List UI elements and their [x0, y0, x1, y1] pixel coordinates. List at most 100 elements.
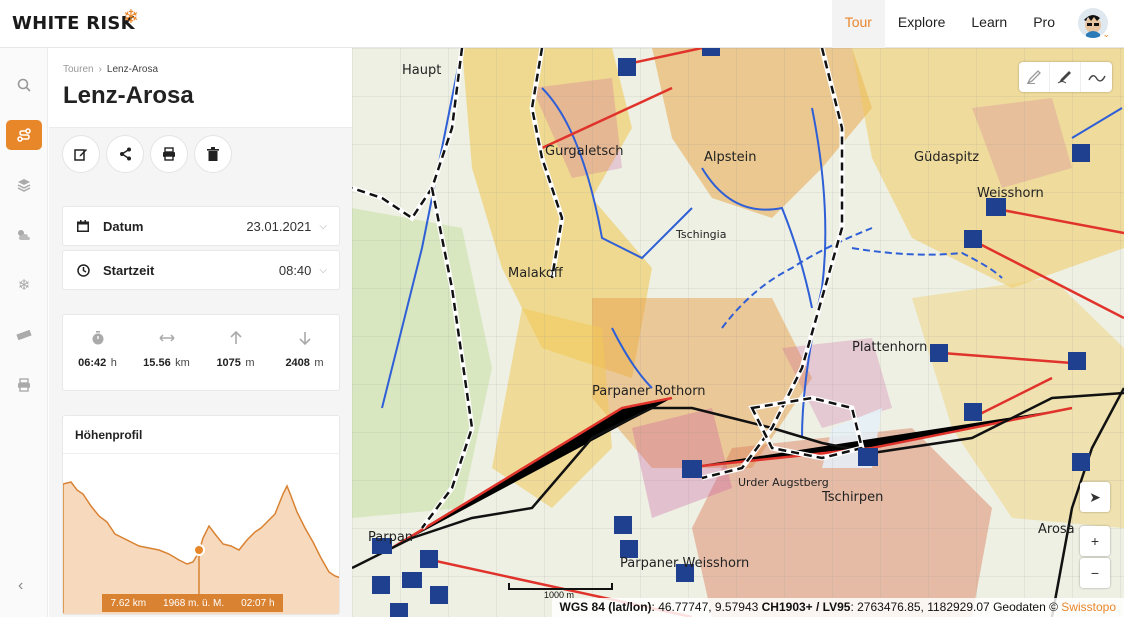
swisstopo-link[interactable]: Swisstopo — [1061, 600, 1116, 614]
descent-unit: m — [314, 357, 324, 369]
calendar-icon — [75, 218, 91, 234]
rail-tour-button[interactable] — [6, 120, 42, 150]
map-label: Tschirpen — [822, 490, 884, 505]
delete-button[interactable] — [194, 135, 232, 173]
chevron-down-icon: ⌵ — [319, 264, 327, 276]
profile-distance: 7.62 km — [110, 597, 147, 609]
chevron-down-icon: ⌄ — [1102, 29, 1110, 39]
tour-icon — [17, 128, 31, 142]
descent-value: 2408 — [285, 357, 310, 369]
map-label: Alpstein — [704, 150, 757, 165]
map-label: Parpaner Weisshorn — [620, 556, 750, 571]
breadcrumb-parent[interactable]: Touren — [63, 64, 94, 75]
tour-panel: Touren › Lenz-Arosa Lenz-Arosa Datum 23.01… — [49, 48, 352, 617]
profile-title: Höhenprofil — [63, 416, 339, 454]
arrows-horizontal-icon — [158, 334, 175, 342]
nav-tour[interactable]: Tour — [831, 0, 885, 48]
map-label: Plattenhorn — [852, 340, 928, 355]
ch-label: CH1903+ / LV95 — [761, 600, 851, 614]
map-canvas[interactable] — [352, 48, 1124, 617]
top-bar: WHITE RISK ❄ Tour Explore Learn Pro ⌄ — [0, 0, 1124, 48]
snowflake-logo-icon: ❄ — [123, 7, 139, 28]
panel-header: Touren › Lenz-Arosa Lenz-Arosa — [49, 48, 352, 128]
clock-icon — [75, 262, 91, 278]
edit-button[interactable] — [62, 135, 100, 173]
wgs-label: WGS 84 (lat/lon) — [559, 600, 652, 614]
snowflake-icon: ❄ — [17, 277, 31, 294]
elevation-profile-graph[interactable] — [63, 454, 340, 615]
arrow-down-icon — [298, 332, 311, 345]
collapse-chevron-icon[interactable]: ‹ — [18, 577, 23, 595]
stat-duration: 06:42 h — [68, 331, 128, 371]
date-value: 23.01.2021 — [246, 218, 312, 234]
map-label: Gurgaletsch — [545, 144, 624, 159]
breadcrumb-current: Lenz-Arosa — [106, 64, 159, 75]
start-time-label: Startzeit — [103, 262, 155, 278]
measure-slope-button[interactable] — [1081, 62, 1112, 92]
map-scale-bar — [508, 583, 613, 590]
stat-descent: 2408 m — [275, 331, 335, 371]
pencil-icon — [1026, 70, 1041, 84]
nav-pro[interactable]: Pro — [1020, 0, 1068, 48]
map-label: Weisshorn — [977, 186, 1044, 201]
rail-layers-button[interactable] — [6, 170, 42, 200]
nav-learn[interactable]: Learn — [958, 0, 1020, 48]
chevron-down-icon: ⌵ — [319, 220, 327, 232]
locate-button[interactable]: ➤ — [1080, 482, 1110, 512]
print-button[interactable] — [150, 135, 188, 173]
ascent-unit: m — [245, 357, 255, 369]
profile-tooltip: 7.62 km 1968 m. ü. M. 02:07 h — [102, 594, 283, 612]
map-label: Haupt — [402, 63, 442, 78]
zoom-in-button[interactable]: + — [1080, 526, 1110, 556]
start-time-value: 08:40 — [278, 262, 312, 278]
stat-ascent: 1075 m — [206, 331, 266, 371]
zoom-out-button[interactable]: − — [1080, 558, 1110, 588]
map-label: Malakoff — [508, 266, 563, 281]
page-title: Lenz-Arosa — [63, 82, 194, 109]
map-draw-toolbar — [1019, 62, 1112, 92]
pen-icon — [1057, 71, 1071, 84]
rail-weather-button[interactable] — [6, 220, 42, 250]
profile-time: 02:07 h — [241, 597, 275, 609]
geodata-label: Geodaten © — [993, 600, 1058, 614]
print-icon — [18, 378, 30, 392]
layers-icon — [17, 179, 31, 192]
map-label: Urder Augstberg — [738, 476, 829, 489]
weather-icon — [18, 230, 30, 240]
breadcrumb: Touren › Lenz-Arosa — [63, 64, 159, 75]
brand-logo[interactable]: WHITE RISK — [12, 13, 135, 34]
rail-print-button[interactable] — [6, 370, 42, 400]
start-time-field[interactable]: Startzeit 08:40 ⌵ — [62, 250, 340, 290]
ascent-value: 1075 — [216, 357, 241, 369]
topo-map[interactable]: Haupt Gurgaletsch Alpstein Güdaspitz Wei… — [352, 48, 1124, 617]
rail-search-button[interactable] — [6, 70, 42, 100]
nav-explore[interactable]: Explore — [885, 0, 958, 48]
draw-route-button[interactable] — [1019, 62, 1050, 92]
duration-value: 06:42 — [78, 357, 107, 369]
rail-measure-button[interactable] — [6, 320, 42, 350]
distance-unit: km — [175, 357, 190, 369]
stat-distance: 15.56 km — [137, 331, 197, 371]
search-icon — [17, 78, 31, 92]
share-button[interactable] — [106, 135, 144, 173]
map-label: Parpaner Rothorn — [592, 384, 706, 399]
map-label: Tschingia — [676, 228, 727, 241]
trash-icon — [207, 147, 219, 161]
draw-freehand-button[interactable] — [1050, 62, 1081, 92]
ruler-icon — [16, 330, 32, 340]
action-bar — [62, 135, 232, 173]
duration-unit: h — [110, 357, 117, 369]
print-icon — [163, 147, 175, 161]
map-label: Güdaspitz — [914, 150, 980, 165]
wgs-value: : 46.77747, 9.57943 — [651, 600, 759, 614]
rail-snow-button[interactable]: ❄ — [6, 270, 42, 300]
distance-value: 15.56 — [143, 357, 171, 369]
coordinate-readout: WGS 84 (lat/lon): 46.77747, 9.57943 CH19… — [551, 598, 1124, 617]
icon-rail: ❄ ‹ — [0, 48, 48, 617]
tour-stats: 06:42 h 15.56 km 1075 m 2408 m — [62, 314, 340, 391]
date-field[interactable]: Datum 23.01.2021 ⌵ — [62, 206, 340, 246]
profile-altitude: 1968 m. ü. M. — [163, 597, 225, 609]
navigation-arrow-icon: ➤ — [1089, 488, 1101, 505]
map-label: Parpan — [368, 530, 414, 545]
ch-value: : 2763476.85, 1182929.07 — [850, 600, 990, 614]
